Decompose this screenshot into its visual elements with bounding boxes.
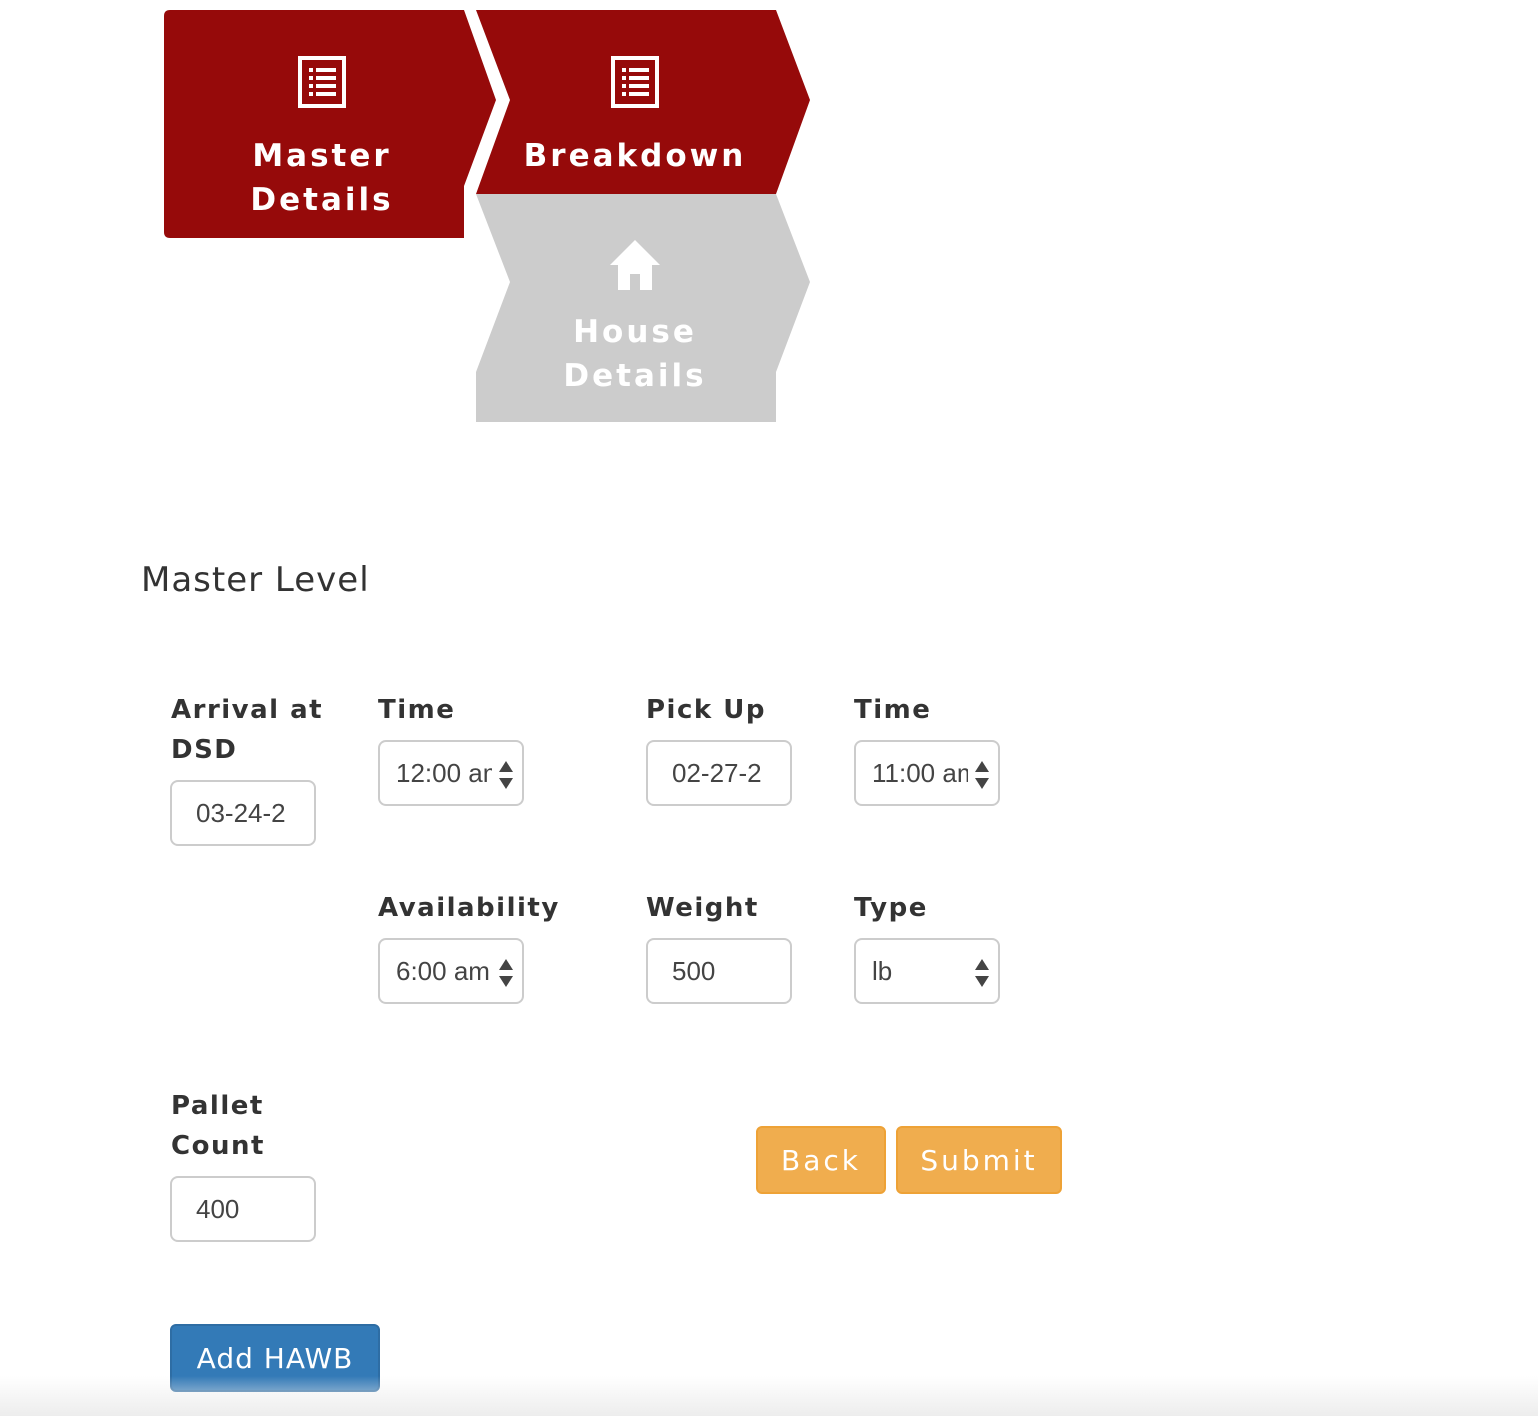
type-select[interactable]: lb [854,938,1000,1004]
arrival-time-select[interactable]: 12:00 am [378,740,524,806]
weight-input[interactable]: 500 [646,938,792,1004]
step-breakdown[interactable]: Breakdown [476,10,812,194]
pickup-label: Pick Up [646,695,766,725]
submit-button[interactable]: Submit [896,1126,1062,1194]
step-master-details[interactable]: Master Details [164,10,500,238]
step-house-details-label: House Details [563,314,707,394]
section-title: Master Level [141,560,370,600]
select-arrows-icon [499,761,513,789]
home-icon [610,240,660,290]
pallet-count-label: Pallet Count [171,1091,265,1161]
pickup-date-input[interactable]: 02-27-2 [646,740,792,806]
select-arrows-icon [499,959,513,987]
type-label: Type [854,893,928,923]
page-bottom-shadow [0,1376,1538,1416]
availability-label: Availability [378,893,560,923]
list-icon [611,56,659,108]
pickup-time-value: 11:00 am [872,757,968,788]
availability-value: 6:00 am [396,955,490,986]
type-value: lb [872,955,893,986]
step-master-details-label: Master Details [250,138,394,218]
availability-select[interactable]: 6:00 am [378,938,524,1004]
pickup-time-select[interactable]: 11:00 am [854,740,1000,806]
select-arrows-icon [975,761,989,789]
weight-value: 500 [672,955,716,986]
pallet-count-input[interactable]: 400 [170,1176,316,1242]
list-icon [298,56,346,108]
arrival-time-label: Time [378,695,456,725]
weight-label: Weight [646,893,759,923]
back-button[interactable]: Back [756,1126,886,1194]
pickup-date-value: 02-27-2 [672,757,762,788]
arrival-date-value: 03-24-2 [196,797,286,828]
arrival-time-value: 12:00 am [396,757,492,788]
step-house-details[interactable]: House Details [476,194,812,422]
arrival-date-input[interactable]: 03-24-2 [170,780,316,846]
pickup-time-label: Time [854,695,932,725]
step-breakdown-label: Breakdown [523,138,747,174]
select-arrows-icon [975,959,989,987]
pallet-count-value: 400 [196,1193,240,1224]
arrival-label: Arrival at DSD [171,695,324,765]
